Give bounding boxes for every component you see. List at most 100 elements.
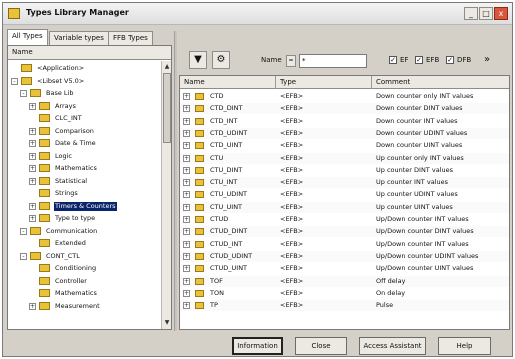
maximize-button[interactable]: □ — [479, 7, 493, 20]
tree-item[interactable]: - <Libset V5.0> — [8, 76, 160, 87]
tree-header[interactable]: Name — [8, 46, 171, 60]
table-row[interactable]: + CTD <EFB> Down counter only INT values — [180, 91, 509, 102]
expand-icon[interactable]: + — [183, 105, 190, 113]
expand-icon[interactable]: + — [183, 277, 190, 285]
expand-icon[interactable]: + — [183, 252, 190, 260]
column-header-type[interactable]: Type — [276, 76, 372, 89]
table-row[interactable]: + CTD_UDINT <EFB> Down counter UDINT values — [180, 127, 509, 139]
table-row[interactable]: + CTD_UINT <EFB> Down counter UINT values — [180, 140, 509, 151]
table-row[interactable]: + CTU <EFB> Up counter only INT values — [180, 152, 509, 164]
expand-icon[interactable]: + — [183, 117, 190, 125]
table-row[interactable]: + CTUD_UDINT <EFB> Up/Down counter UDINT va… — [180, 250, 509, 262]
close-window-button[interactable]: x — [494, 7, 508, 20]
tree-item[interactable]: Strings — [8, 188, 160, 199]
expand-icon[interactable]: + — [29, 140, 36, 147]
expand-icon[interactable]: + — [183, 142, 190, 150]
tab-variable-types[interactable]: Variable types — [49, 31, 109, 45]
collapse-icon[interactable]: - — [20, 90, 27, 97]
name-sort-button[interactable]: = — [286, 55, 296, 67]
expand-icon[interactable]: + — [183, 191, 190, 199]
folder-icon — [39, 289, 50, 297]
expand-icon[interactable]: + — [183, 93, 190, 100]
collapse-icon[interactable]: - — [20, 227, 27, 235]
tree-item[interactable]: + Measurement — [8, 301, 160, 312]
expand-icon[interactable]: + — [183, 302, 190, 310]
table-row[interactable]: + TOF <EFB> Off delay — [180, 275, 509, 287]
cell-name: TON — [210, 288, 224, 297]
ef-checkbox[interactable]: ✓ — [389, 56, 397, 64]
table-row[interactable]: + CTU_INT <EFB> Up counter INT values — [180, 177, 509, 189]
filter-icon[interactable]: ▼ — [189, 51, 207, 69]
tree-item[interactable]: + Timers & Counters — [8, 201, 160, 212]
tree-item[interactable]: Extended — [8, 238, 160, 249]
table-row[interactable]: + CTU_UDINT <EFB> Up counter UDINT values — [180, 189, 509, 200]
expand-icon[interactable]: + — [183, 179, 190, 187]
title-bar[interactable]: Types Library Manager _ □ x — [3, 3, 512, 25]
name-filter-input[interactable] — [299, 54, 367, 68]
tree-item[interactable]: Conditioning — [8, 263, 160, 274]
column-header-comment[interactable]: Comment — [372, 76, 509, 89]
table-row[interactable]: + CTU_UINT <EFB> Up counter UINT values — [180, 201, 509, 213]
tree-item[interactable]: Controller — [8, 276, 160, 287]
table-row[interactable]: + CTD_DINT <EFB> Down counter DINT values — [180, 103, 509, 115]
table-row[interactable]: + TON <EFB> On delay — [180, 288, 509, 299]
tree-item[interactable]: Mathematics — [8, 288, 160, 299]
table-row[interactable]: + CTUD <EFB> Up/Down counter INT values — [180, 214, 509, 225]
expand-icon[interactable]: + — [29, 202, 36, 210]
expand-icon[interactable]: + — [183, 228, 190, 236]
table-row[interactable]: + CTD_INT <EFB> Down counter INT values — [180, 116, 509, 127]
tree-item[interactable]: + Arrays — [8, 101, 160, 112]
tab-ffb-types[interactable]: FFB Types — [108, 31, 153, 45]
expand-icon[interactable]: + — [29, 102, 36, 110]
expand-icon[interactable]: + — [183, 240, 190, 248]
collapse-icon[interactable]: - — [11, 77, 18, 85]
access-assistant-button[interactable]: Access Assistant — [359, 337, 426, 355]
expand-icon[interactable]: + — [29, 177, 36, 185]
scroll-up-icon[interactable]: ▲ — [163, 62, 171, 71]
tree-item[interactable]: + Statistical — [8, 176, 160, 187]
dfb-checkbox[interactable]: ✓ — [446, 56, 454, 64]
tree-item[interactable]: + Comparison — [8, 126, 160, 137]
table-row[interactable]: + TP <EFB> Pulse — [180, 300, 509, 312]
expand-icon[interactable]: + — [29, 165, 36, 172]
expand-icon[interactable]: + — [183, 289, 190, 297]
tree-item[interactable]: <Application> — [8, 63, 160, 74]
column-header-name[interactable]: Name — [180, 76, 276, 89]
help-button[interactable]: Help — [438, 337, 491, 355]
expand-icon[interactable]: + — [183, 203, 190, 211]
tree-item[interactable]: + Logic — [8, 151, 160, 162]
table-row[interactable]: + CTUD_INT <EFB> Up/Down counter INT values — [180, 239, 509, 250]
table-row[interactable]: + CTUD_DINT <EFB> Up/Down counter DINT valu… — [180, 226, 509, 238]
tree-scrollbar[interactable]: ▲ ▼ — [161, 61, 171, 329]
cell-comment: Up counter UDINT values — [376, 190, 458, 199]
tree-item[interactable]: CLC_INT — [8, 113, 160, 124]
tab-all-types[interactable]: All Types — [7, 29, 48, 45]
expand-icon[interactable]: + — [183, 265, 190, 273]
collapse-icon[interactable]: - — [20, 252, 27, 260]
close-button[interactable]: Close — [295, 337, 347, 355]
table-row[interactable]: + CTUD_UINT <EFB> Up/Down counter UINT valu… — [180, 263, 509, 274]
expand-icon[interactable]: + — [29, 127, 36, 135]
expand-icon[interactable]: + — [183, 216, 190, 223]
tree-item[interactable]: - Communication — [8, 226, 160, 237]
expand-icon[interactable]: + — [183, 154, 190, 162]
panel-splitter[interactable] — [174, 31, 177, 331]
expand-icon[interactable]: + — [183, 166, 190, 174]
tree-item[interactable]: + Date & Time — [8, 138, 160, 149]
tree-item[interactable]: + Type to type — [8, 213, 160, 224]
expand-icon[interactable]: + — [29, 152, 36, 160]
expand-icon[interactable]: + — [29, 302, 36, 310]
scroll-down-icon[interactable]: ▼ — [163, 318, 171, 327]
tree-item[interactable]: - CONT_CTL — [8, 251, 160, 262]
efb-checkbox[interactable]: ✓ — [415, 56, 423, 64]
tree-item[interactable]: - Base Lib — [8, 88, 160, 99]
information-button[interactable]: Information — [232, 337, 283, 355]
expand-icon[interactable]: + — [29, 215, 36, 222]
more-options-icon[interactable]: » — [484, 54, 490, 65]
settings-icon[interactable]: ⚙ — [212, 51, 230, 69]
tree-item[interactable]: + Mathematics — [8, 163, 160, 174]
scroll-thumb[interactable] — [163, 73, 171, 143]
minimize-button[interactable]: _ — [464, 7, 478, 20]
table-row[interactable]: + CTU_DINT <EFB> Up counter DINT values — [180, 165, 509, 176]
expand-icon[interactable]: + — [183, 129, 190, 137]
